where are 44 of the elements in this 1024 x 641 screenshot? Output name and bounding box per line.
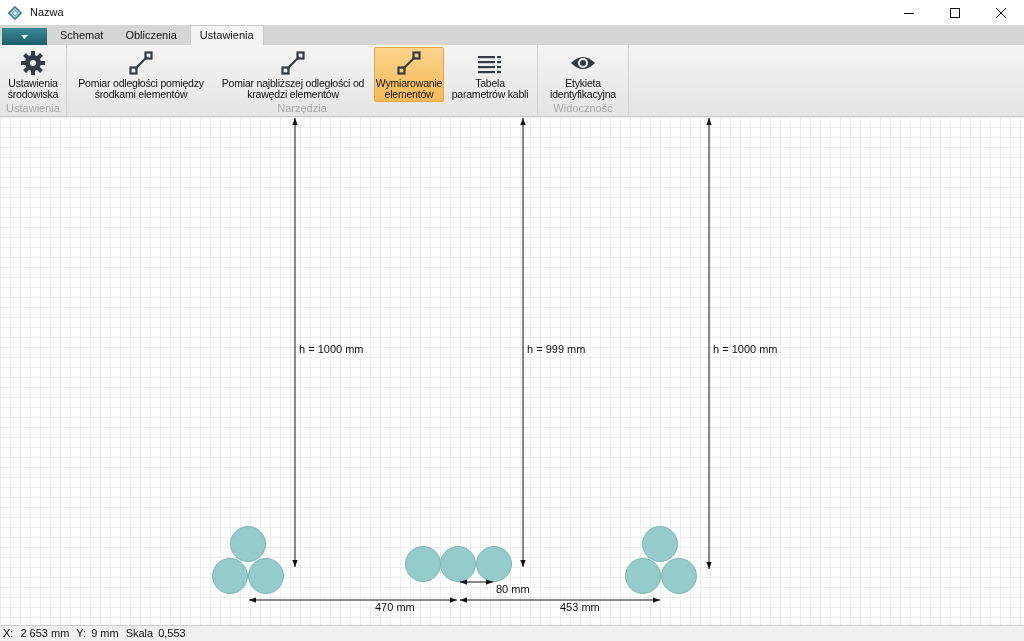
cable-circle bbox=[230, 526, 266, 562]
ribbon-tab[interactable]: Obliczenia bbox=[116, 25, 186, 45]
dimension-label: h = 1000 mm bbox=[713, 343, 778, 355]
measure-line-icon bbox=[280, 50, 306, 76]
ribbon-tab[interactable]: Ustawienia bbox=[189, 25, 264, 45]
ribbon-button[interactable]: Ustawienia środowiska bbox=[3, 47, 63, 102]
dimension-label: h = 999 mm bbox=[527, 343, 586, 355]
dimension-arrow bbox=[459, 579, 494, 585]
measure-line-icon bbox=[128, 50, 154, 76]
ribbon-tab[interactable]: Schemat bbox=[51, 25, 113, 45]
ribbon-button[interactable]: Wymiarowanie elementów bbox=[374, 47, 444, 102]
cable-circle bbox=[440, 546, 476, 582]
dimension-label: h = 1000 mm bbox=[299, 343, 364, 355]
status-text: 9 mm bbox=[91, 626, 119, 641]
status-text: Skala bbox=[125, 626, 154, 641]
cable-circle bbox=[212, 558, 248, 594]
status-text: 0,553 bbox=[158, 626, 186, 641]
cable-circle bbox=[405, 546, 441, 582]
group-label: Ustawienia bbox=[5, 102, 61, 116]
dimension-label: 453 mm bbox=[560, 601, 600, 613]
maximize-icon bbox=[950, 7, 960, 18]
measure-line-icon bbox=[396, 50, 422, 76]
close-icon bbox=[996, 7, 1006, 18]
app-menu-button[interactable] bbox=[2, 28, 47, 45]
status-text: 2 653 mm bbox=[20, 626, 70, 641]
ribbon-button[interactable]: Pomiar odległości pomiędzy środkami elementów bbox=[70, 47, 212, 102]
dimension-label: 80 mm bbox=[496, 583, 530, 595]
cable-circle bbox=[625, 558, 661, 594]
cable-circle bbox=[248, 558, 284, 594]
settings-icon bbox=[20, 50, 46, 76]
window-title: Nazwa bbox=[30, 5, 65, 21]
group-label: Widoczność bbox=[552, 102, 614, 116]
status-text: X: bbox=[3, 626, 14, 641]
cable-circle bbox=[642, 526, 678, 562]
dropdown-icon bbox=[21, 34, 28, 39]
cable-circle bbox=[476, 546, 512, 582]
status-text: Y: bbox=[76, 626, 87, 641]
dimension-label: 470 mm bbox=[375, 601, 415, 613]
ribbon-button[interactable]: Tabela parametrów kabli bbox=[446, 47, 534, 102]
ribbon-button[interactable]: Pomiar najbliższej odległości od krawędzi elementów bbox=[214, 47, 372, 102]
cable-circle bbox=[661, 558, 697, 594]
ribbon-button[interactable]: Etykieta identyfikacyjna bbox=[541, 47, 625, 102]
group-label: Narzędzia bbox=[276, 102, 328, 116]
app-logo-icon bbox=[8, 5, 22, 20]
